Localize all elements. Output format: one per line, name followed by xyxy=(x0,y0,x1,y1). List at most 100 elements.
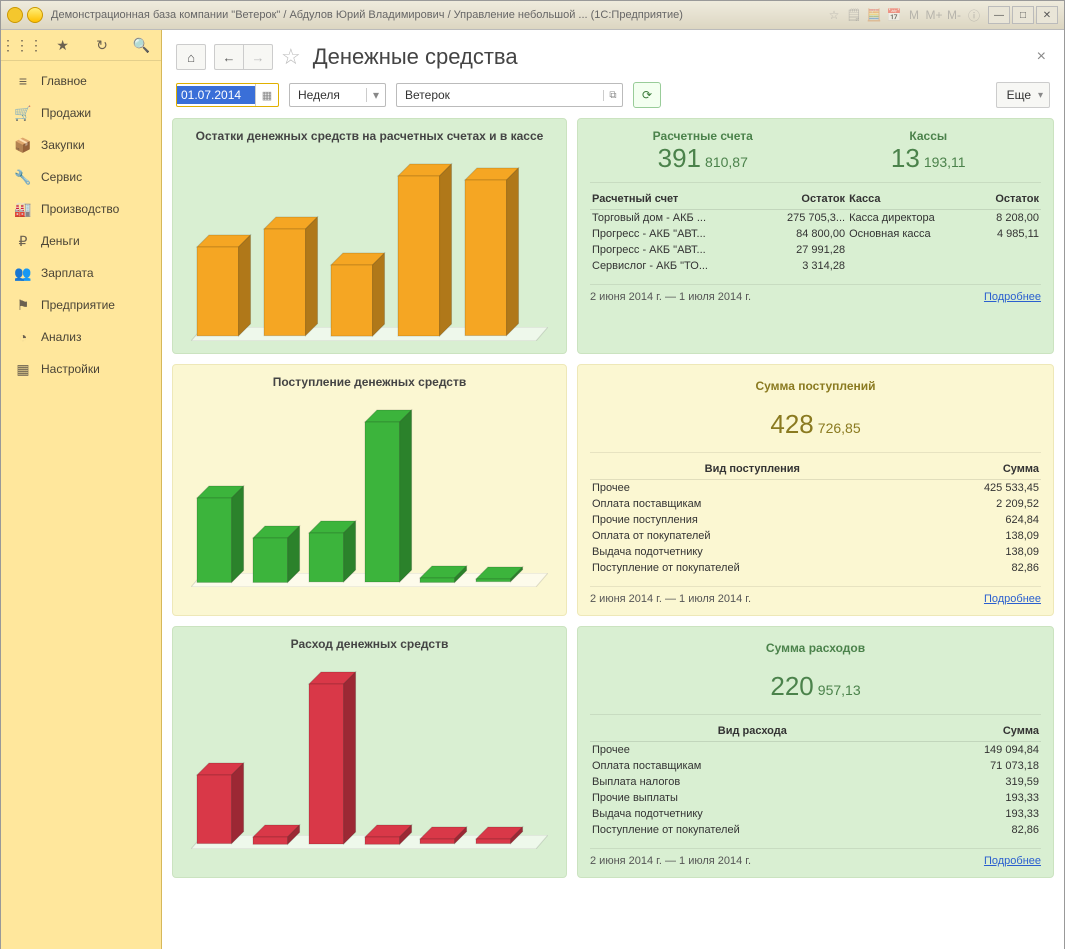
dashboard: Остатки денежных средств на расчетных сч… xyxy=(172,118,1054,878)
minimize-button[interactable]: — xyxy=(988,6,1010,24)
details-link[interactable]: Подробнее xyxy=(984,855,1041,867)
factory-icon: 🏭 xyxy=(15,201,31,217)
accounts-int: 391 xyxy=(658,143,701,173)
open-dialog-icon[interactable]: ⧉ xyxy=(603,90,622,101)
details-link[interactable]: Подробнее xyxy=(984,291,1041,303)
sidebar-item-salary[interactable]: 👥 Зарплата xyxy=(1,257,161,289)
accounts-dec: 810,87 xyxy=(705,154,748,170)
income-bar-chart xyxy=(191,397,548,587)
ruble-icon: ₽ xyxy=(15,233,31,249)
sidebar-item-settings[interactable]: ▦Настройки xyxy=(1,353,161,385)
th-acc: Расчетный счет xyxy=(590,189,759,210)
info-icon[interactable]: ⓘ xyxy=(966,7,982,23)
close-page-button[interactable]: × xyxy=(1033,44,1050,70)
sidebar-list: ≡Главное 🛒Продажи 📦Закупки 🔧Сервис 🏭 Прои… xyxy=(1,61,161,389)
more-label: Еще xyxy=(1007,88,1031,102)
table-row: Поступление от покупателей82,86 xyxy=(590,560,1041,576)
chart-bar xyxy=(420,827,467,847)
page-title: Денежные средства xyxy=(313,44,518,70)
income-dec: 726,85 xyxy=(818,420,861,436)
tb-icon[interactable]: 📅 xyxy=(886,7,902,23)
sidebar-item-label: Сервис xyxy=(41,170,82,184)
chart-bar xyxy=(309,521,356,585)
details-link[interactable]: Подробнее xyxy=(984,593,1041,605)
sidebar-item-label: Настройки xyxy=(41,362,100,376)
sidebar-item-service[interactable]: 🔧Сервис xyxy=(1,161,161,193)
sidebar-item-purchases[interactable]: 📦Закупки xyxy=(1,129,161,161)
sidebar-item-label: Производство xyxy=(41,202,119,216)
th-kind: Вид расхода xyxy=(590,721,915,742)
chart-bar xyxy=(365,825,412,847)
panel-income-chart: Поступление денежных средств xyxy=(172,364,567,616)
main-area: ⌂ ← → ☆ Денежные средства × ▦ Неделя ▾ xyxy=(162,30,1064,949)
table-row: Сервислог - АКБ "ТО...3 314,28 xyxy=(590,258,1041,274)
income-table: Вид поступленияСумма Прочее425 533,45Опл… xyxy=(590,459,1041,576)
chart-bar xyxy=(309,672,356,847)
calendar-icon[interactable]: ▦ xyxy=(255,84,278,106)
home-button[interactable]: ⌂ xyxy=(176,44,206,70)
search-icon[interactable]: 🔍 xyxy=(122,30,161,60)
chevron-down-icon[interactable]: ▾ xyxy=(366,88,385,102)
sidebar-item-label: Зарплата xyxy=(41,266,94,280)
flag-icon: ⚑ xyxy=(15,297,31,313)
accounts-label: Расчетные счета xyxy=(590,129,816,143)
expense-dec: 957,13 xyxy=(818,682,861,698)
sidebar-item-company[interactable]: ⚑Предприятие xyxy=(1,289,161,321)
tb-icon[interactable]: M- xyxy=(946,7,962,23)
favorite-icon[interactable]: ☆ xyxy=(281,44,301,70)
back-button[interactable]: ← xyxy=(214,44,243,70)
sidebar: ⋮⋮⋮ ★ ↻ 🔍 ≡Главное 🛒Продажи 📦Закупки 🔧Се… xyxy=(1,30,162,949)
cash-dec: 193,11 xyxy=(924,154,966,170)
chart-bar xyxy=(197,486,244,585)
chart-bar xyxy=(264,217,318,339)
tb-icon[interactable]: 🗒 xyxy=(846,7,862,23)
titlebar-tools: ☆ 🗒 🧮 📅 M M+ M- ⓘ xyxy=(826,7,982,23)
cash-label: Кассы xyxy=(816,129,1042,143)
more-button[interactable]: Еще xyxy=(996,82,1050,108)
maximize-button[interactable]: □ xyxy=(1012,6,1034,24)
sidebar-item-label: Анализ xyxy=(41,330,82,344)
table-row: Выплата налогов319,59 xyxy=(590,774,1041,790)
table-row: Торговый дом - АКБ ...275 705,3...Касса … xyxy=(590,210,1041,227)
chart-bar xyxy=(197,235,251,339)
chart-bar xyxy=(398,164,452,339)
chart-bar xyxy=(331,253,385,339)
panel-income-stats: Сумма поступлений 428726,85 Вид поступле… xyxy=(577,364,1054,616)
tb-icon[interactable]: ☆ xyxy=(826,7,842,23)
history-icon[interactable]: ↻ xyxy=(82,30,121,60)
tb-icon[interactable]: 🧮 xyxy=(866,7,882,23)
tb-icon[interactable]: M xyxy=(906,7,922,23)
panel-title: Остатки денежных средств на расчетных сч… xyxy=(185,129,554,143)
sidebar-item-money[interactable]: ₽Деньги xyxy=(1,225,161,257)
sidebar-item-prod[interactable]: 🏭 Производство xyxy=(1,193,161,225)
refresh-button[interactable]: ⟳ xyxy=(633,82,661,108)
page-header: ⌂ ← → ☆ Денежные средства × xyxy=(172,36,1054,78)
org-select[interactable]: Ветерок ⧉ xyxy=(396,83,623,107)
star-icon[interactable]: ★ xyxy=(43,30,82,60)
sidebar-item-analysis[interactable]: ◔Анализ xyxy=(1,321,161,353)
people-icon: 👥 xyxy=(15,265,31,281)
date-input[interactable] xyxy=(177,86,255,104)
app-logo-icon xyxy=(7,7,23,23)
panel-title: Расход денежных средств xyxy=(185,637,554,651)
panel-balances-chart: Остатки денежных средств на расчетных сч… xyxy=(172,118,567,354)
sidebar-item-label: Продажи xyxy=(41,106,91,120)
period-value: Неделя xyxy=(290,85,366,105)
forward-button[interactable]: → xyxy=(243,44,273,70)
sidebar-item-sales[interactable]: 🛒Продажи xyxy=(1,97,161,129)
chart-bar xyxy=(365,410,412,585)
tb-icon[interactable]: M+ xyxy=(926,7,942,23)
chart-bar xyxy=(197,763,244,847)
chart-bar xyxy=(465,168,519,339)
chart-bar xyxy=(476,827,523,847)
date-field[interactable]: ▦ xyxy=(176,83,279,107)
apps-icon[interactable]: ⋮⋮⋮ xyxy=(1,30,43,60)
table-row: Прочее149 094,84 xyxy=(590,742,1041,759)
app-window: Демонстрационная база компании "Ветерок"… xyxy=(0,0,1065,949)
period-select[interactable]: Неделя ▾ xyxy=(289,83,386,107)
th-cash: Касса xyxy=(847,189,974,210)
sidebar-item-main[interactable]: ≡Главное xyxy=(1,65,161,97)
close-button[interactable]: ✕ xyxy=(1036,6,1058,24)
chart-bar xyxy=(253,825,300,847)
th-sum: Сумма xyxy=(915,721,1041,742)
